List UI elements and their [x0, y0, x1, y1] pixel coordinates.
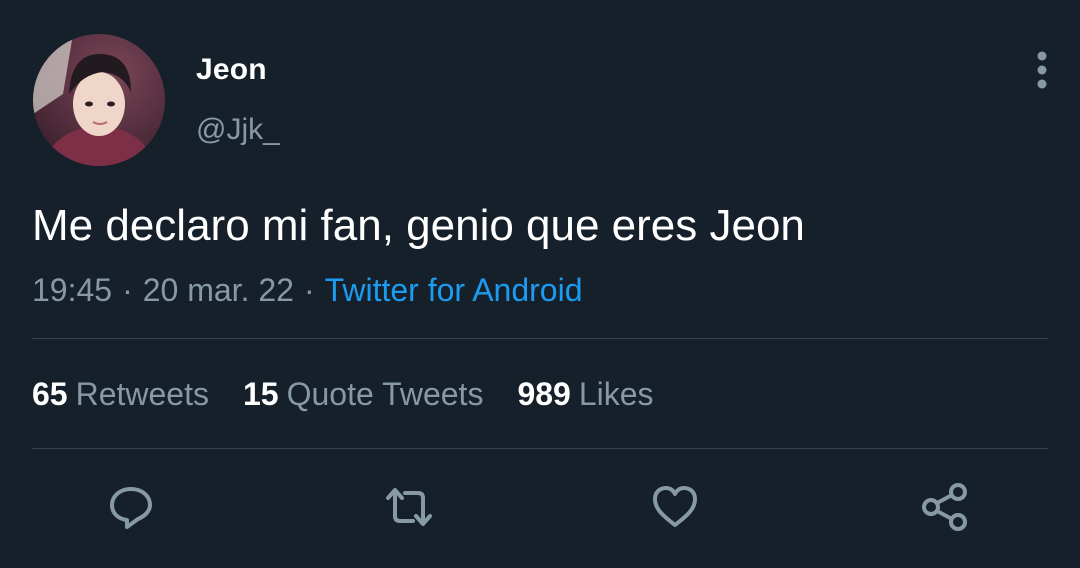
author-handle[interactable]: @Jjk_ — [196, 113, 280, 147]
profile-photo — [33, 34, 165, 166]
retweets-label: Retweets — [75, 376, 209, 412]
meta-separator: · — [122, 272, 133, 308]
quotes-label: Quote Tweets — [286, 376, 484, 412]
retweets-stat[interactable]: 65 Retweets — [32, 376, 209, 413]
meta-separator: · — [303, 272, 315, 308]
tweet-date: 20 mar. 22 — [142, 272, 294, 308]
like-icon — [653, 486, 697, 527]
retweet-icon — [386, 488, 432, 526]
more-options-button[interactable] — [1026, 48, 1058, 92]
tweet-source-link[interactable]: Twitter for Android — [325, 272, 583, 308]
divider — [32, 338, 1048, 339]
likes-label: Likes — [578, 376, 654, 412]
quotes-count: 15 — [242, 376, 279, 412]
more-vertical-icon — [1037, 51, 1047, 89]
likes-count: 989 — [517, 376, 571, 412]
tweet-meta: 19:45 · 20 mar. 22 · Twitter for Android — [32, 272, 582, 309]
divider — [32, 448, 1048, 449]
reply-icon — [110, 487, 152, 529]
tweet-time: 19:45 — [32, 272, 113, 308]
tweet-stats: 65 Retweets 15 Quote Tweets 989 Likes — [32, 376, 688, 413]
reply-button[interactable] — [104, 480, 158, 534]
retweet-button[interactable] — [382, 480, 436, 534]
avatar[interactable] — [33, 34, 165, 166]
likes-stat[interactable]: 989 Likes — [517, 376, 653, 413]
like-button[interactable] — [648, 480, 702, 534]
retweets-count: 65 — [32, 376, 68, 412]
share-icon — [922, 483, 967, 531]
share-button[interactable] — [918, 480, 972, 534]
quotes-stat[interactable]: 15 Quote Tweets — [243, 376, 483, 413]
author-name[interactable]: Jeon — [196, 53, 267, 87]
tweet-text: Me declaro mi fan, genio que eres Jeon — [32, 201, 805, 250]
